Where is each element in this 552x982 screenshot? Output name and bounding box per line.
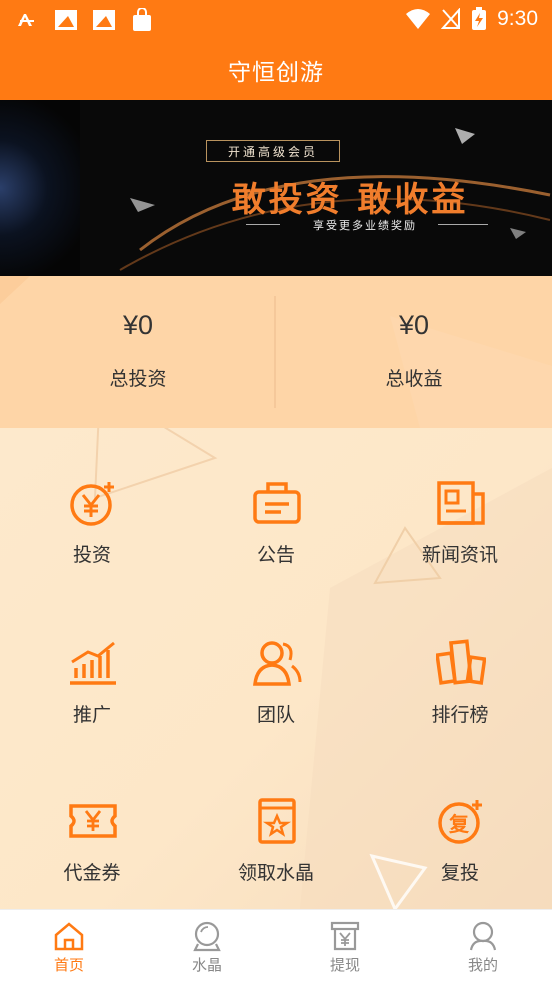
stats-panel: ¥0 总投资 ¥0 总收益 [0, 276, 552, 428]
menu-news-label: 新闻资讯 [421, 544, 498, 566]
menu-invest-label: 投资 [72, 544, 111, 566]
total-investment-stat: ¥0 总投资 [0, 276, 276, 428]
menu-claim-crystal[interactable]: 领取水晶 [184, 746, 368, 896]
home-icon [54, 922, 84, 951]
svg-text:复: 复 [448, 812, 470, 836]
total-investment-label: 总投资 [109, 368, 167, 390]
newspaper-icon [437, 481, 485, 525]
bar-chart-icon [70, 641, 116, 685]
banner-subline: 享受更多业绩奖励 [313, 219, 417, 232]
menu-voucher-label: 代金券 [63, 862, 121, 884]
menu-ranking[interactable]: 排行榜 [368, 588, 552, 738]
title-bar: 守恒创游 [0, 40, 552, 100]
menu-invest[interactable]: 投资 [0, 428, 184, 578]
app-notification-icon [18, 14, 34, 26]
menu-team[interactable]: 团队 [184, 588, 368, 738]
total-earnings-label: 总收益 [385, 368, 443, 390]
bottom-nav: 首页 水晶 提现 我的 [0, 909, 552, 982]
menu-news[interactable]: 新闻资讯 [368, 428, 552, 578]
team-icon [253, 641, 302, 686]
page-title: 守恒创游 [228, 60, 324, 86]
image-notification-icon [93, 10, 115, 30]
menu-team-label: 团队 [256, 704, 295, 726]
reinvest-icon: 复 [438, 800, 482, 844]
nav-withdraw[interactable]: 提现 [276, 910, 414, 982]
user-icon [469, 921, 497, 951]
menu-voucher[interactable]: 代金券 [0, 746, 184, 896]
banner-headline: 敢投资 敢收益 [231, 180, 469, 220]
shopping-bag-icon [133, 8, 151, 31]
yen-plus-icon [70, 482, 114, 526]
menu-claim-crystal-label: 领取水晶 [237, 862, 314, 884]
menu-notice[interactable]: 公告 [184, 428, 368, 578]
promo-banner[interactable]: 开通高级会员 敢投资 敢收益 享受更多业绩奖励 [0, 100, 552, 276]
crystal-book-icon [258, 798, 296, 844]
banner-side-glow [0, 100, 80, 276]
menu-promote[interactable]: 推广 [0, 588, 184, 738]
status-bar: 9:30 [0, 0, 552, 40]
battery-charging-icon [472, 7, 487, 30]
status-time: 9:30 [497, 7, 538, 30]
withdraw-icon [330, 921, 360, 951]
no-signal-icon [441, 8, 461, 29]
nav-home-label: 首页 [53, 956, 84, 974]
image-notification-icon [55, 10, 77, 30]
voucher-icon [69, 804, 117, 838]
menu-promote-label: 推广 [72, 704, 111, 726]
nav-withdraw-label: 提现 [329, 956, 360, 974]
total-investment-value: ¥0 [122, 310, 154, 340]
menu-notice-label: 公告 [256, 544, 295, 566]
nav-mine-label: 我的 [467, 956, 498, 974]
sub-line-right [438, 224, 488, 225]
menu-ranking-label: 排行榜 [431, 704, 489, 726]
menu-reinvest[interactable]: 复 复投 [368, 746, 552, 896]
vip-badge: 开通高级会员 [206, 140, 340, 162]
crystal-ball-icon [193, 921, 221, 952]
nav-mine[interactable]: 我的 [414, 910, 552, 982]
menu-grid: 投资 公告 新闻资讯 推广 团队 排行榜 代金券 领取水晶 复 复投 [0, 428, 552, 909]
total-earnings-stat: ¥0 总收益 [276, 276, 552, 428]
menu-reinvest-label: 复投 [440, 862, 479, 884]
nav-crystal-label: 水晶 [191, 956, 222, 974]
total-earnings-value: ¥0 [398, 310, 430, 340]
wifi-icon [406, 9, 431, 29]
nav-crystal[interactable]: 水晶 [138, 910, 276, 982]
nav-home[interactable]: 首页 [0, 910, 138, 982]
notice-board-icon [253, 482, 301, 524]
ranking-podium-icon [436, 639, 486, 685]
